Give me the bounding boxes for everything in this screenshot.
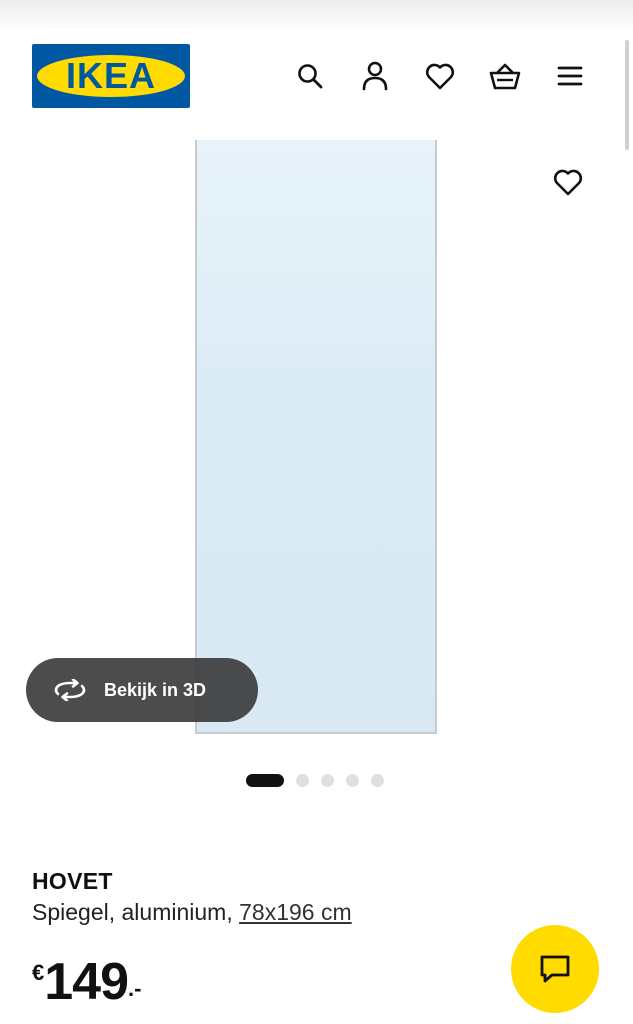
carousel-dot[interactable] [371, 774, 384, 787]
add-to-favourites-button[interactable] [544, 158, 592, 206]
carousel-dot[interactable] [321, 774, 334, 787]
search-icon[interactable] [290, 56, 330, 96]
view-3d-button[interactable]: Bekijk in 3D [26, 658, 258, 722]
heart-icon [554, 169, 582, 196]
chat-button[interactable] [511, 925, 599, 1013]
menu-icon[interactable] [550, 56, 590, 96]
header-actions [290, 56, 590, 96]
price-currency: € [32, 960, 45, 985]
price-amount: 149 [44, 953, 129, 1011]
chat-icon [540, 955, 570, 983]
product-image-gallery[interactable]: Bekijk in 3D [0, 140, 633, 750]
basket-icon[interactable] [485, 56, 525, 96]
svg-text:IKEA: IKEA [66, 55, 156, 96]
carousel-indicator [246, 774, 384, 787]
product-image [195, 140, 437, 734]
product-type: Spiegel, aluminium, [32, 899, 233, 925]
account-icon[interactable] [355, 56, 395, 96]
product-name: HOVET [32, 868, 113, 894]
favourites-icon[interactable] [420, 56, 460, 96]
product-description: Spiegel, aluminium, 78x196 cm [32, 899, 352, 926]
carousel-dot-active[interactable] [246, 774, 284, 787]
ikea-logo[interactable]: IKEA [32, 44, 190, 108]
status-area [0, 0, 633, 30]
product-price: € 149 .- [32, 952, 141, 1012]
carousel-dot[interactable] [296, 774, 309, 787]
price-decimals: .- [128, 976, 142, 1001]
view-3d-label: Bekijk in 3D [104, 679, 207, 700]
product-size-link[interactable]: 78x196 cm [239, 899, 352, 925]
rotate-3d-icon [52, 679, 92, 701]
scrollbar[interactable] [625, 40, 629, 150]
carousel-dot[interactable] [346, 774, 359, 787]
